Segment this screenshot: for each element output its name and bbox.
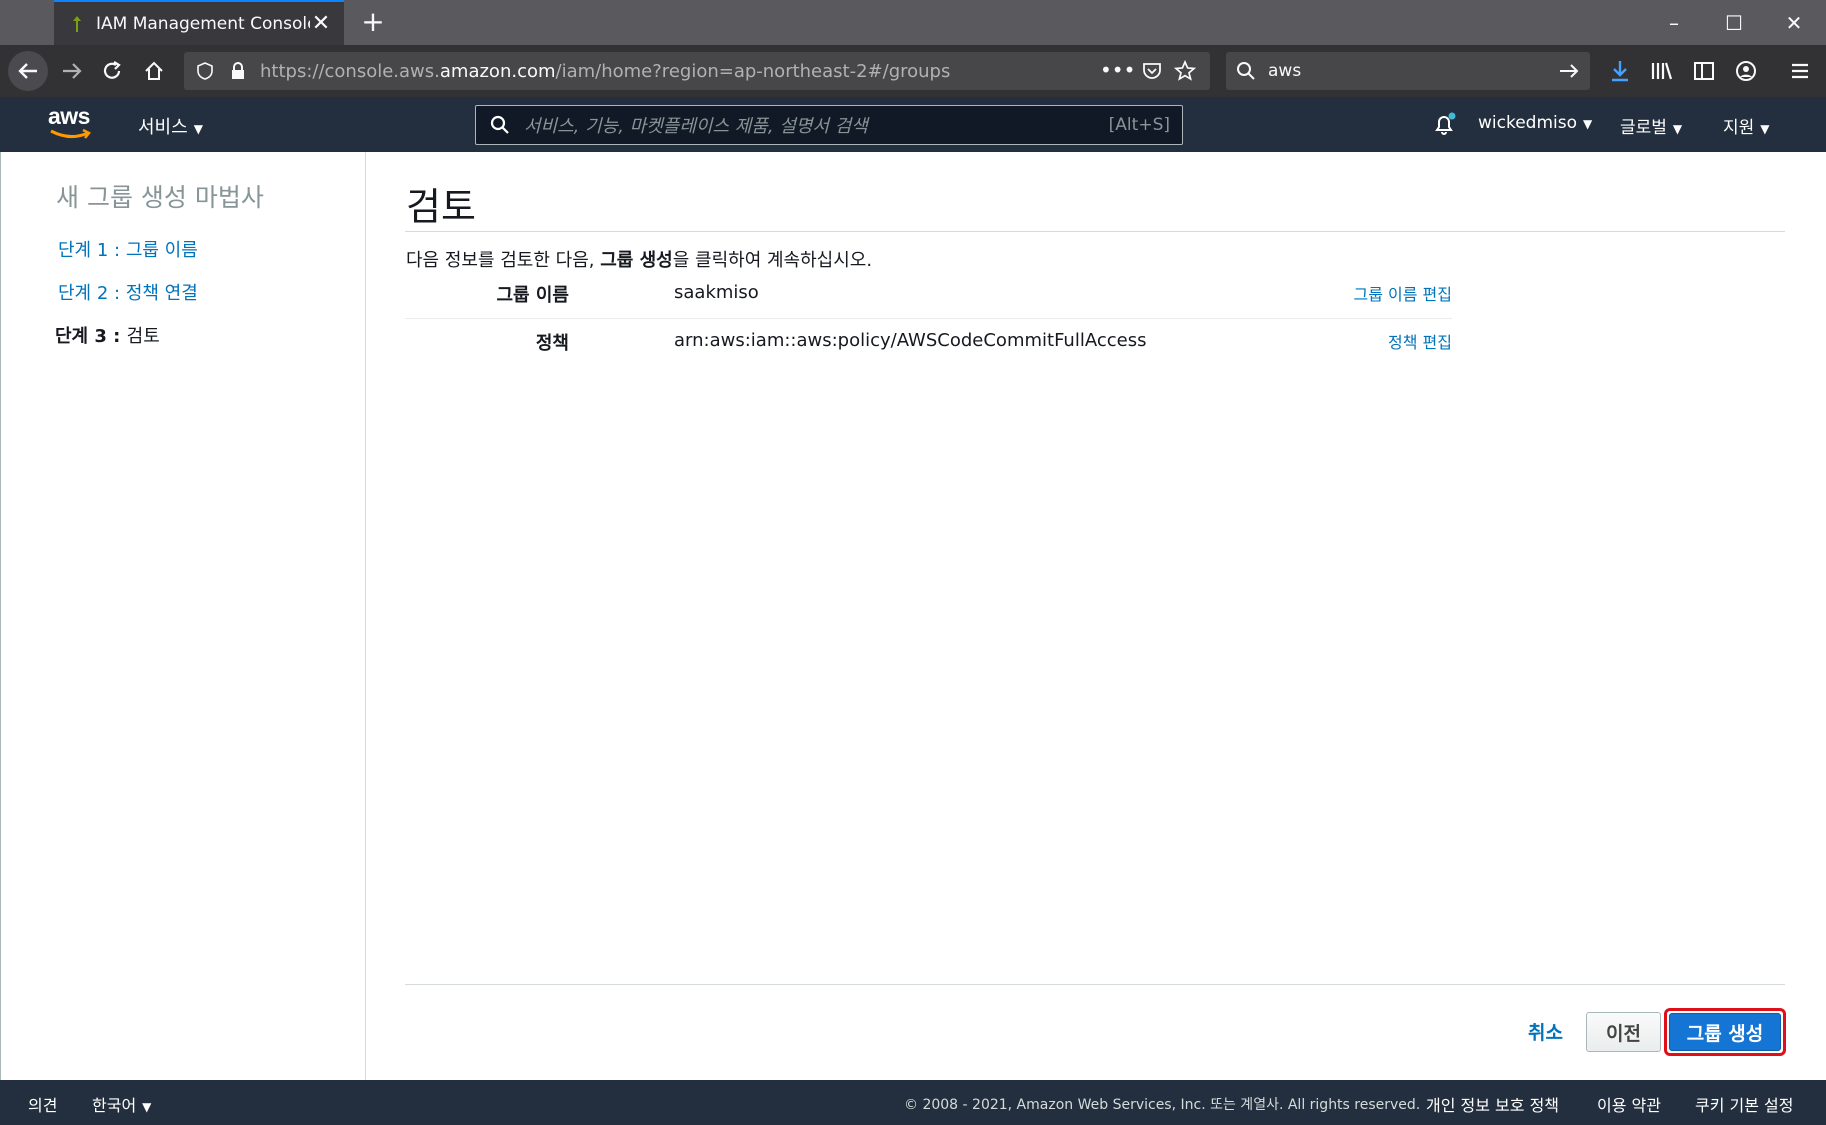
close-tab-icon[interactable]: ✕: [310, 11, 332, 36]
wizard-step-1-link[interactable]: 단계 1 : 그룹 이름: [58, 236, 198, 262]
back-icon[interactable]: [8, 51, 48, 91]
reload-icon[interactable]: [94, 53, 130, 89]
console-footer: 의견 한국어 ▼ © 2008 - 2021, Amazon Web Servic…: [0, 1080, 1826, 1125]
caret-down-icon: ▼: [142, 1100, 152, 1114]
caret-down-icon: ▼: [193, 122, 203, 136]
search-icon: [490, 115, 509, 134]
support-label: 지원: [1723, 118, 1755, 138]
tracking-shield-icon[interactable]: [196, 62, 214, 80]
create-group-highlight: 그룹 생성: [1664, 1008, 1786, 1056]
browser-search-value: aws: [1268, 61, 1302, 81]
caret-down-icon: ▼: [1760, 122, 1770, 136]
aws-search-placeholder: 서비스, 기능, 마켓플레이스 제품, 설명서 검색: [524, 116, 868, 137]
browser-search-bar[interactable]: aws: [1226, 52, 1590, 90]
step-prefix: 단계 1 :: [58, 240, 126, 261]
home-icon[interactable]: [136, 53, 172, 89]
account-name: wickedmiso: [1478, 113, 1578, 133]
step-label: 검토: [126, 326, 160, 347]
title-divider: [405, 231, 1785, 232]
account-icon[interactable]: [1728, 53, 1764, 89]
library-icon[interactable]: [1644, 53, 1680, 89]
region-menu[interactable]: 글로벌 ▼: [1620, 113, 1682, 138]
copyright-text: © 2008 - 2021, Amazon Web Services, Inc.…: [904, 1097, 1421, 1113]
pocket-icon[interactable]: [1142, 61, 1162, 81]
downloads-icon[interactable]: [1602, 53, 1638, 89]
search-icon: [1237, 62, 1255, 80]
page-title: 검토: [406, 185, 476, 229]
previous-button[interactable]: 이전: [1586, 1012, 1661, 1052]
bookmark-star-icon[interactable]: [1174, 60, 1196, 82]
caret-down-icon: ▼: [1583, 117, 1593, 131]
url-text: https://console.aws.amazon.com/iam/home?…: [260, 60, 951, 82]
tab-title: IAM Management Console: [96, 13, 310, 34]
edit-policy-link[interactable]: 정책 편집: [1388, 329, 1452, 353]
aws-logo[interactable]: aws: [48, 105, 96, 145]
cancel-link[interactable]: 취소: [1528, 1018, 1563, 1045]
notifications-bell-icon[interactable]: [1432, 111, 1458, 137]
step-label: 정책 연결: [125, 283, 198, 304]
region-label: 글로벌: [1620, 118, 1667, 138]
policy-value: arn:aws:iam::aws:policy/AWSCodeCommitFul…: [674, 330, 1147, 351]
browser-toolbar: https://console.aws.amazon.com/iam/home?…: [0, 45, 1826, 97]
terms-link[interactable]: 이용 약관: [1597, 1092, 1661, 1116]
step-prefix: 단계 2 :: [58, 283, 126, 304]
search-go-arrow-icon[interactable]: [1558, 61, 1580, 81]
aws-logo-text: aws: [48, 103, 90, 129]
cookie-preferences-link[interactable]: 쿠키 기본 설정: [1695, 1092, 1794, 1116]
services-label: 서비스: [138, 117, 188, 138]
services-menu[interactable]: 서비스 ▼: [138, 113, 203, 139]
wizard-step-3-current: 단계 3 : 검토: [55, 322, 160, 348]
sidebar-toggle-icon[interactable]: [1686, 53, 1722, 89]
step-prefix: 단계 3 :: [55, 326, 127, 347]
review-instruction: 다음 정보를 검토한 다음, 그룹 생성을 클릭하여 계속하십시오.: [406, 250, 873, 271]
aws-search-shortcut: [Alt+S]: [1108, 115, 1170, 135]
aws-search-input[interactable]: 서비스, 기능, 마켓플레이스 제품, 설명서 검색 [Alt+S]: [475, 105, 1183, 145]
browser-tab-bar: IAM Management Console ✕ + – ☐ ✕: [0, 0, 1826, 45]
caret-down-icon: ▼: [1672, 122, 1683, 136]
lock-icon[interactable]: [230, 62, 246, 80]
footer-divider: [405, 984, 1785, 985]
page-actions-icon[interactable]: •••: [1100, 58, 1135, 82]
support-menu[interactable]: 지원 ▼: [1723, 113, 1770, 138]
review-row-group-name: 그룹 이름 saakmiso 그룹 이름 편집: [405, 271, 1452, 319]
forward-icon[interactable]: [54, 53, 90, 89]
edit-group-name-link[interactable]: 그룹 이름 편집: [1354, 281, 1453, 305]
aws-smile-icon: [50, 128, 91, 139]
aws-console-header: aws 서비스 ▼ 서비스, 기능, 마켓플레이스 제품, 설명서 검색 [Alt…: [0, 97, 1826, 152]
group-name-value: saakmiso: [674, 282, 759, 303]
group-name-label: 그룹 이름: [496, 285, 569, 306]
create-group-button[interactable]: 그룹 생성: [1669, 1013, 1781, 1051]
minimize-window-icon[interactable]: –: [1644, 0, 1704, 45]
account-menu[interactable]: wickedmiso ▼: [1478, 113, 1592, 133]
wizard-sidebar: 새 그룹 생성 마법사 단계 1 : 그룹 이름 단계 2 : 정책 연결 단계…: [0, 152, 366, 1080]
new-tab-icon[interactable]: +: [356, 6, 390, 40]
policy-label: 정책: [535, 333, 569, 354]
maximize-window-icon[interactable]: ☐: [1704, 0, 1764, 45]
language-selector[interactable]: 한국어 ▼: [92, 1092, 151, 1116]
feedback-link[interactable]: 의견: [28, 1092, 57, 1116]
aws-favicon-icon: [73, 15, 81, 32]
privacy-policy-link[interactable]: 개인 정보 보호 정책: [1426, 1092, 1559, 1116]
step-label: 그룹 이름: [125, 240, 198, 261]
wizard-step-2-link[interactable]: 단계 2 : 정책 연결: [58, 279, 198, 305]
menu-icon[interactable]: [1782, 53, 1818, 89]
address-bar[interactable]: https://console.aws.amazon.com/iam/home?…: [184, 52, 1210, 90]
review-row-policy: 정책 arn:aws:iam::aws:policy/AWSCodeCommit…: [405, 319, 1452, 367]
browser-tab[interactable]: IAM Management Console ✕: [54, 0, 344, 45]
language-label: 한국어: [92, 1096, 137, 1115]
wizard-title: 새 그룹 생성 마법사: [56, 183, 264, 212]
close-window-icon[interactable]: ✕: [1764, 0, 1824, 45]
